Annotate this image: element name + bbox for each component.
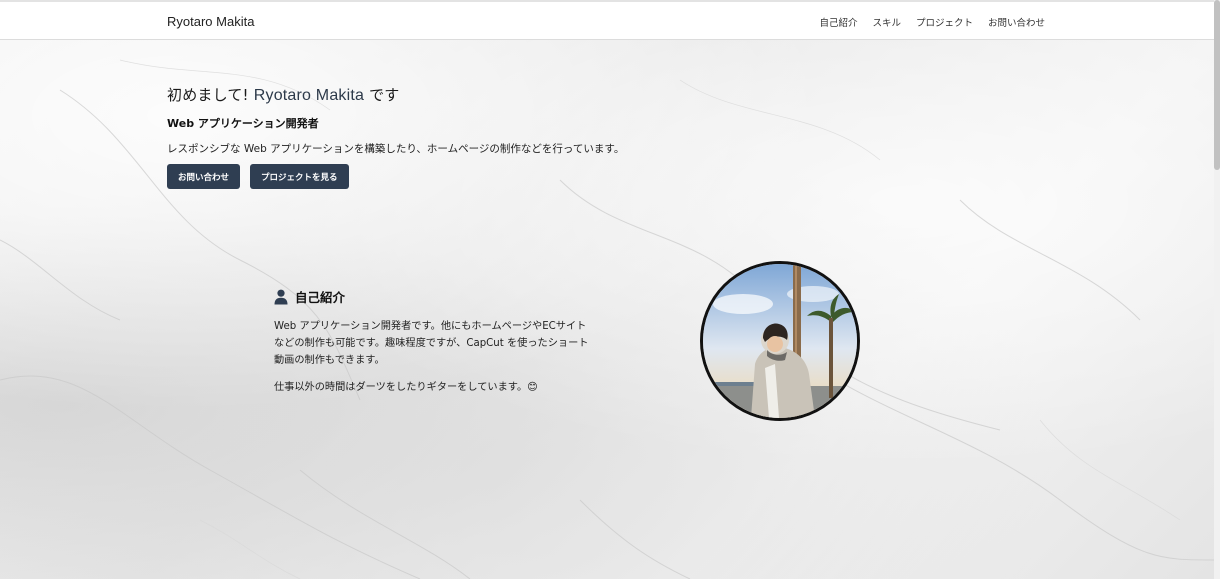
contact-button[interactable]: お問い合わせ	[167, 164, 241, 189]
nav-item-skills[interactable]: スキル	[872, 15, 901, 29]
about-title-row: 自己紹介	[274, 287, 614, 306]
about-section: 自己紹介 Web アプリケーション開発者です。他にもホームページやECサイトなど…	[274, 287, 614, 396]
profile-photo-illustration	[703, 264, 857, 418]
nav-item-projects[interactable]: プロジェクト	[916, 15, 973, 29]
hero-greeting-prefix: 初めまして!	[167, 86, 249, 104]
hero-buttons: お問い合わせ プロジェクトを見る	[167, 164, 624, 189]
nav-item-about[interactable]: 自己紹介	[819, 15, 857, 29]
about-paragraph-1: Web アプリケーション開発者です。他にもホームページやECサイトなどの制作も可…	[274, 321, 589, 366]
hero-greeting-suffix: です	[369, 86, 400, 104]
user-icon	[274, 289, 288, 304]
page-scrollbar[interactable]	[1214, 0, 1220, 579]
profile-photo	[700, 261, 860, 421]
hero-section: 初めまして! Ryotaro Makita です Web アプリケーション開発者…	[167, 84, 624, 189]
scrollbar-thumb[interactable]	[1214, 0, 1220, 170]
top-navbar: Ryotaro Makita 自己紹介 スキル プロジェクト お問い合わせ	[0, 0, 1214, 40]
about-paragraph-2: 仕事以外の時間はダーツをしたりギターをしています。😊	[274, 382, 538, 393]
nav-item-contact[interactable]: お問い合わせ	[988, 15, 1045, 29]
hero-role: Web アプリケーション開発者	[167, 117, 319, 130]
view-projects-button[interactable]: プロジェクトを見る	[250, 164, 349, 189]
hero-lead: レスポンシブな Web アプリケーションを構築したり、ホームページの制作などを行…	[167, 143, 625, 155]
hero-heading: 初めまして! Ryotaro Makita です	[167, 84, 624, 105]
hero-name: Ryotaro Makita	[253, 87, 365, 104]
main-nav: 自己紹介 スキル プロジェクト お問い合わせ	[819, 15, 1045, 29]
brand-link[interactable]: Ryotaro Makita	[167, 14, 254, 29]
about-title: 自己紹介	[295, 290, 346, 305]
